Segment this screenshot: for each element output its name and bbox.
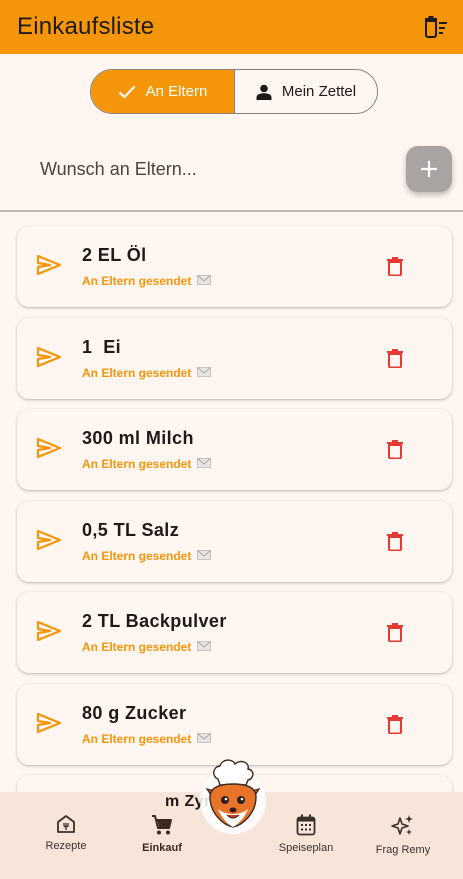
segment-mein-zettel[interactable]: Mein Zettel: [235, 70, 377, 113]
check-icon: [118, 85, 135, 98]
calendar-icon: [296, 814, 316, 836]
page-title: Einkaufsliste: [17, 13, 155, 40]
list-item[interactable]: 2 TL Backpulver An Eltern gesendet: [17, 592, 452, 673]
item-status: An Eltern gesendet: [82, 731, 192, 746]
nav-label: Frag Remy: [375, 844, 431, 856]
item-name: 2 TL Backpulver: [82, 611, 227, 631]
item-name: 0,5 TL Salz: [82, 519, 180, 540]
envelope-icon: [197, 641, 211, 651]
wish-input[interactable]: [40, 154, 380, 184]
person-icon: [256, 84, 272, 100]
trash-icon[interactable]: [387, 623, 403, 642]
envelope-icon: [197, 458, 211, 468]
trash-icon[interactable]: [387, 440, 403, 459]
segment-an-eltern[interactable]: An Eltern: [91, 70, 235, 113]
item-name: 300 ml Milch: [82, 428, 194, 448]
trash-icon[interactable]: [387, 714, 403, 734]
envelope-icon: [197, 366, 211, 377]
item-status: An Eltern gesendet: [82, 548, 192, 563]
segment-label: Mein Zettel: [281, 83, 357, 100]
list-mode-toggle: An Eltern Mein Zettel: [90, 69, 378, 114]
item-status: An Eltern gesendet: [82, 457, 192, 471]
item-status: An Eltern gesendet: [82, 365, 192, 380]
add-wish-button[interactable]: [406, 146, 452, 192]
send-icon: [36, 620, 62, 642]
list-item[interactable]: 2 EL Öl An Eltern gesendet: [17, 226, 452, 307]
divider: [0, 210, 463, 212]
item-name: 1 Ei: [82, 336, 122, 357]
delete-sweep-icon[interactable]: [423, 14, 449, 40]
envelope-icon: [197, 732, 211, 743]
trash-icon[interactable]: [387, 348, 403, 368]
nav-rezepte[interactable]: Rezepte: [16, 814, 116, 852]
list-item[interactable]: 80 g Zucker An Eltern gesendet: [17, 683, 452, 765]
plus-icon: [421, 161, 437, 177]
send-icon: [36, 529, 62, 550]
item-status: An Eltern gesendet: [82, 640, 192, 654]
trash-icon[interactable]: [387, 531, 403, 551]
segment-label: An Eltern: [145, 83, 208, 100]
send-icon: [36, 346, 62, 367]
send-icon: [36, 254, 62, 276]
send-icon: [36, 712, 62, 733]
list-item[interactable]: 1 Ei An Eltern gesendet: [17, 317, 452, 399]
list-item[interactable]: 0,5 TL Salz An Eltern gesendet: [17, 500, 452, 582]
trash-icon[interactable]: [387, 257, 403, 276]
nav-frag-remy[interactable]: Frag Remy: [353, 814, 453, 856]
sparkles-icon: [391, 815, 413, 835]
list-item[interactable]: 300 ml Milch An Eltern gesendet: [17, 409, 452, 490]
nav-speiseplan[interactable]: Speiseplan: [256, 814, 356, 854]
recipe-house-icon: [57, 815, 75, 833]
nav-label: Speiseplan: [278, 842, 334, 854]
send-icon: [36, 437, 62, 459]
wish-input-row: [0, 140, 463, 212]
envelope-icon: [197, 275, 211, 285]
envelope-icon: [197, 549, 211, 560]
shopping-list: 2 EL Öl An Eltern gesendet 1 Ei An Elter…: [17, 226, 452, 846]
shopping-cart-icon: [152, 815, 172, 835]
fox-chef-mascot-icon[interactable]: [196, 757, 270, 835]
item-name: 80 g Zucker: [82, 702, 187, 723]
item-name: 2 EL Öl: [82, 245, 147, 265]
app-bar: Einkaufsliste: [0, 0, 463, 54]
nav-label: Einkauf: [142, 842, 182, 854]
nav-label: Rezepte: [45, 840, 87, 852]
item-status: An Eltern gesendet: [82, 274, 192, 288]
